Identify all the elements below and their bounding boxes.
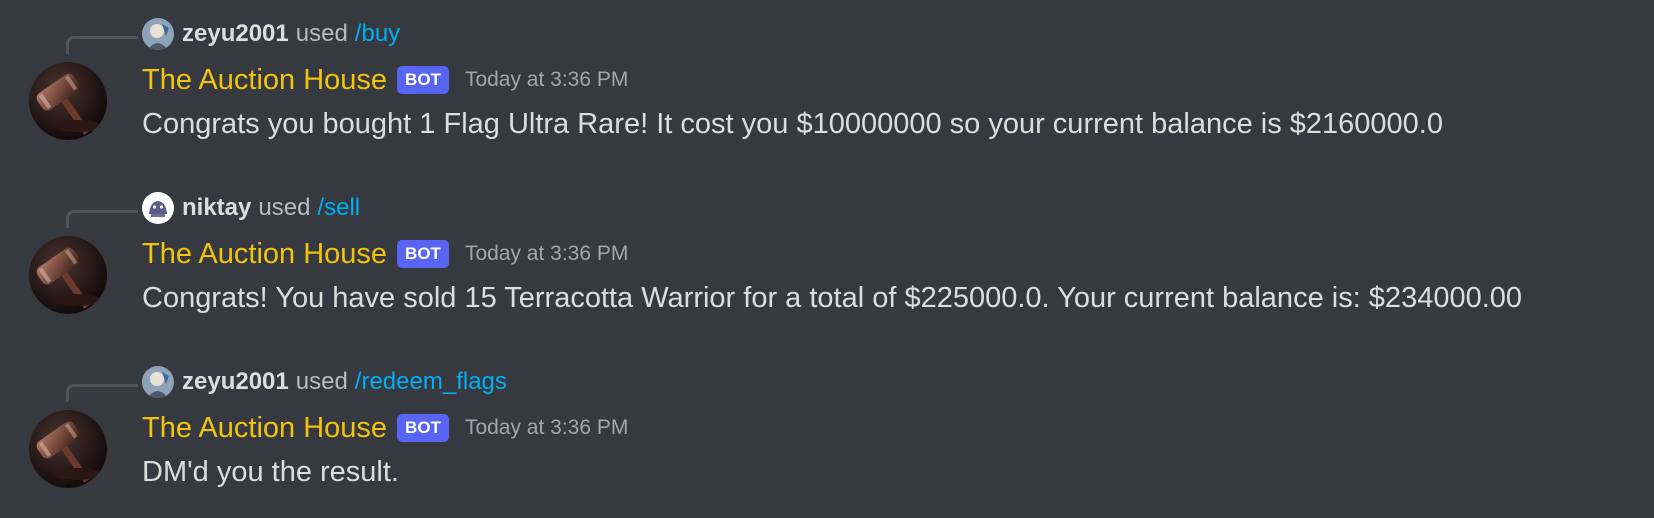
reply-connector (66, 210, 138, 228)
bot-avatar-gavel-icon[interactable] (29, 62, 107, 140)
slash-command-link[interactable]: /buy (355, 20, 400, 48)
message-header: The Auction House BOT Today at 3:36 PM (142, 408, 628, 448)
user-avatar-icon[interactable] (142, 18, 174, 50)
reply-username[interactable]: zeyu2001 (182, 20, 289, 48)
chat-messages: zeyu2001 used /buy The Auction House BOT… (0, 0, 1654, 518)
user-avatar-icon[interactable] (142, 192, 174, 224)
bot-avatar-gavel-icon[interactable] (29, 410, 107, 488)
message-timestamp[interactable]: Today at 3:36 PM (465, 416, 628, 440)
message-timestamp[interactable]: Today at 3:36 PM (465, 242, 628, 266)
reply-username[interactable]: zeyu2001 (182, 368, 289, 396)
command-reply-reference[interactable]: zeyu2001 used /redeem_flags (142, 362, 507, 402)
reply-used-text: used (295, 20, 348, 47)
author-name[interactable]: The Auction House (142, 238, 387, 271)
message-header: The Auction House BOT Today at 3:36 PM (142, 234, 628, 274)
message-header: The Auction House BOT Today at 3:36 PM (142, 60, 628, 100)
message-timestamp[interactable]: Today at 3:36 PM (465, 68, 628, 92)
message-item: niktay used /sell The Auction House BOT … (0, 174, 1654, 334)
message-content: DM'd you the result. (142, 456, 399, 488)
reply-used-text: used (295, 368, 348, 395)
command-reply-reference[interactable]: niktay used /sell (142, 188, 360, 228)
slash-command-link[interactable]: /redeem_flags (355, 368, 507, 396)
message-item: zeyu2001 used /buy The Auction House BOT… (0, 0, 1654, 160)
message-item: zeyu2001 used /redeem_flags The Auction … (0, 348, 1654, 508)
slash-command-link[interactable]: /sell (317, 194, 360, 222)
bot-badge: BOT (397, 240, 449, 268)
bot-badge: BOT (397, 66, 449, 94)
message-content: Congrats you bought 1 Flag Ultra Rare! I… (142, 108, 1443, 140)
reply-username[interactable]: niktay (182, 194, 251, 222)
bot-badge: BOT (397, 414, 449, 442)
reply-connector (66, 384, 138, 402)
user-avatar-icon[interactable] (142, 366, 174, 398)
author-name[interactable]: The Auction House (142, 64, 387, 97)
author-name[interactable]: The Auction House (142, 412, 387, 445)
bot-avatar-gavel-icon[interactable] (29, 236, 107, 314)
message-content: Congrats! You have sold 15 Terracotta Wa… (142, 282, 1523, 314)
reply-connector (66, 36, 138, 54)
reply-used-text: used (258, 194, 311, 221)
command-reply-reference[interactable]: zeyu2001 used /buy (142, 14, 400, 54)
